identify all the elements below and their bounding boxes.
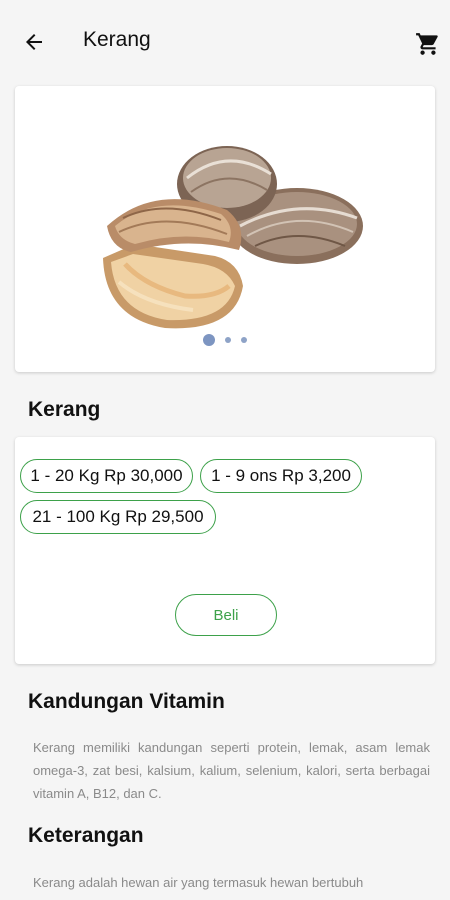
vitamin-section-title: Kandungan Vitamin [28, 690, 225, 713]
cart-button[interactable] [412, 28, 444, 60]
price-card: 1 - 20 Kg Rp 30,000 1 - 9 ons Rp 3,200 2… [15, 437, 435, 664]
description-section-text: Kerang adalah hewan air yang termasuk he… [33, 875, 364, 890]
back-button[interactable] [18, 26, 50, 58]
page-title: Kerang [83, 28, 151, 51]
description-section-title: Keterangan [28, 824, 144, 847]
carousel-indicator [0, 334, 450, 346]
price-option-chip[interactable]: 21 - 100 Kg Rp 29,500 [20, 500, 216, 534]
carousel-dot[interactable] [225, 337, 231, 343]
price-option-chip[interactable]: 1 - 9 ons Rp 3,200 [200, 459, 362, 493]
product-image[interactable] [15, 86, 435, 372]
vitamin-section-text: Kerang memiliki kandungan seperti protei… [33, 740, 430, 801]
carousel-dot-active[interactable] [203, 334, 215, 346]
product-name: Kerang [28, 398, 101, 421]
arrow-left-icon [26, 34, 42, 50]
buy-button[interactable]: Beli [175, 594, 277, 636]
product-image-card [15, 86, 435, 372]
price-option-chip[interactable]: 1 - 20 Kg Rp 30,000 [20, 459, 193, 493]
shopping-cart-icon [416, 33, 438, 55]
app-bar: Kerang [0, 0, 450, 78]
carousel-dot[interactable] [241, 337, 247, 343]
